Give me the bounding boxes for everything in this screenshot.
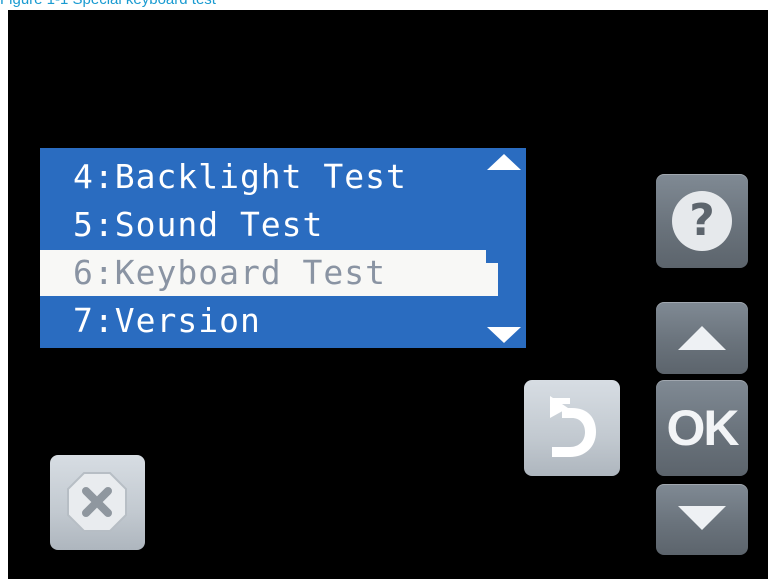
menu-item-sound-test[interactable]: 5:Sound Test	[40, 202, 526, 248]
ok-button[interactable]: OK	[656, 380, 748, 476]
scroll-up-indicator-icon	[487, 154, 521, 170]
x-octagon-icon	[67, 472, 127, 532]
back-button[interactable]	[524, 380, 620, 476]
question-mark-icon: ?	[672, 191, 732, 251]
down-arrow-button[interactable]	[656, 484, 748, 555]
lcd-screen: 4:Backlight Test 5:Sound Test 6:Keyboard…	[40, 148, 526, 348]
help-button[interactable]: ?	[656, 174, 748, 268]
ok-button-label: OK	[666, 400, 740, 456]
figure-caption: Figure 1-1 Special keyboard test	[0, 0, 216, 9]
cancel-button[interactable]	[50, 455, 145, 550]
up-arrow-button[interactable]	[656, 302, 748, 374]
triangle-down-icon	[678, 506, 726, 530]
back-arrow-icon	[550, 396, 596, 457]
triangle-up-icon	[678, 326, 726, 350]
scroll-down-indicator-icon	[487, 327, 521, 343]
menu-item-version[interactable]: 7:Version	[40, 298, 526, 344]
menu-item-keyboard-test[interactable]: 6:Keyboard Test	[40, 250, 498, 296]
menu-item-backlight-test[interactable]: 4:Backlight Test	[40, 154, 526, 200]
